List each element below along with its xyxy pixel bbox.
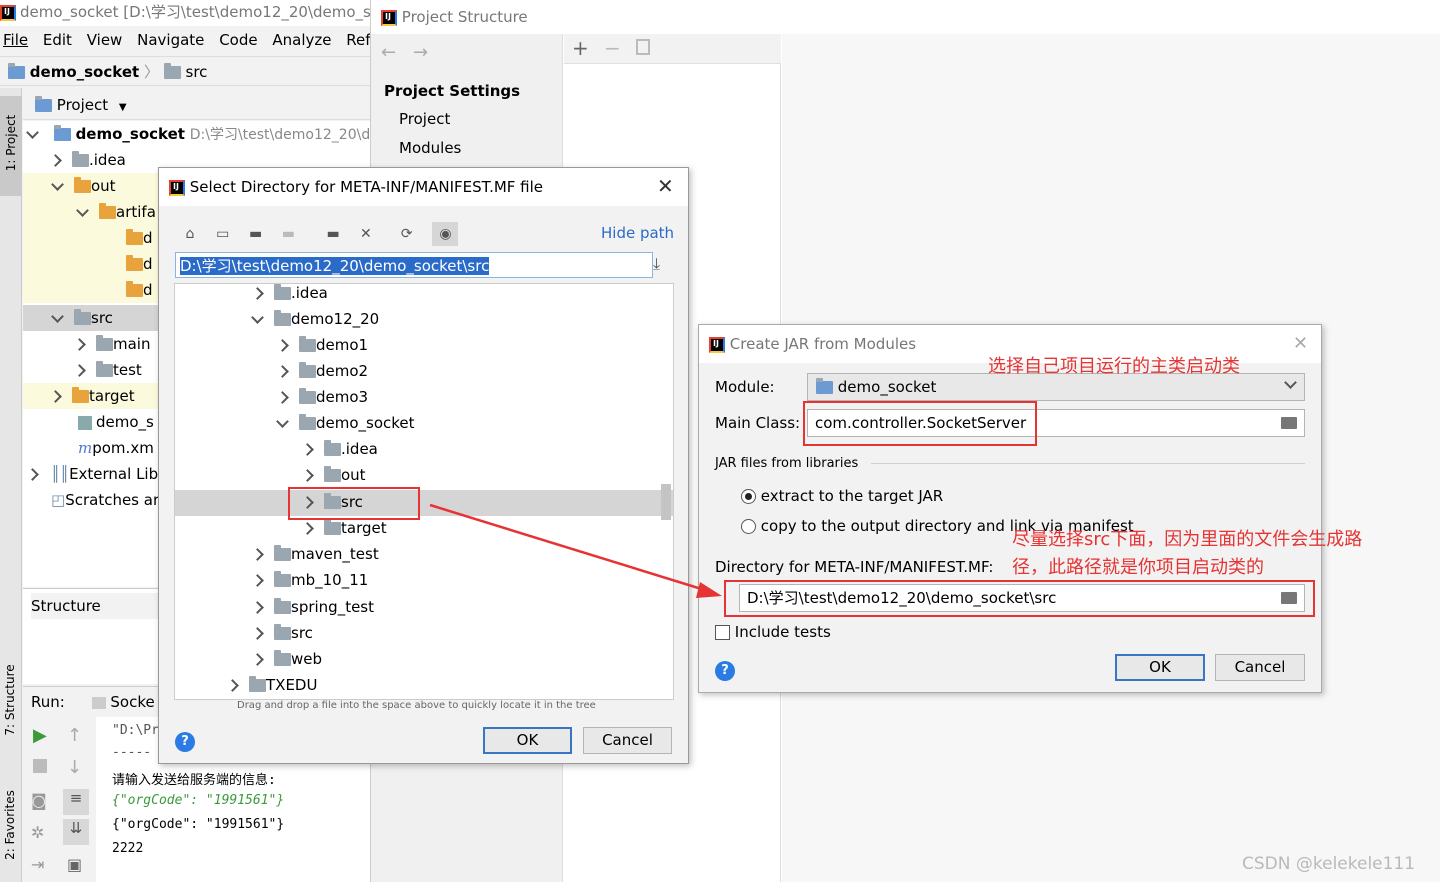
watermark: CSDN @kelekele111	[1242, 854, 1416, 874]
annotation-arrow	[429, 503, 722, 598]
annotation-note-2a: 尽量选择src下面，因为里面的文件会生成路	[1012, 529, 1363, 550]
annotation-note-2b: 径，此路径就是你项目启动类的	[1012, 557, 1264, 578]
annotation-note-1: 选择自己项目运行的主类启动类	[988, 356, 1240, 377]
